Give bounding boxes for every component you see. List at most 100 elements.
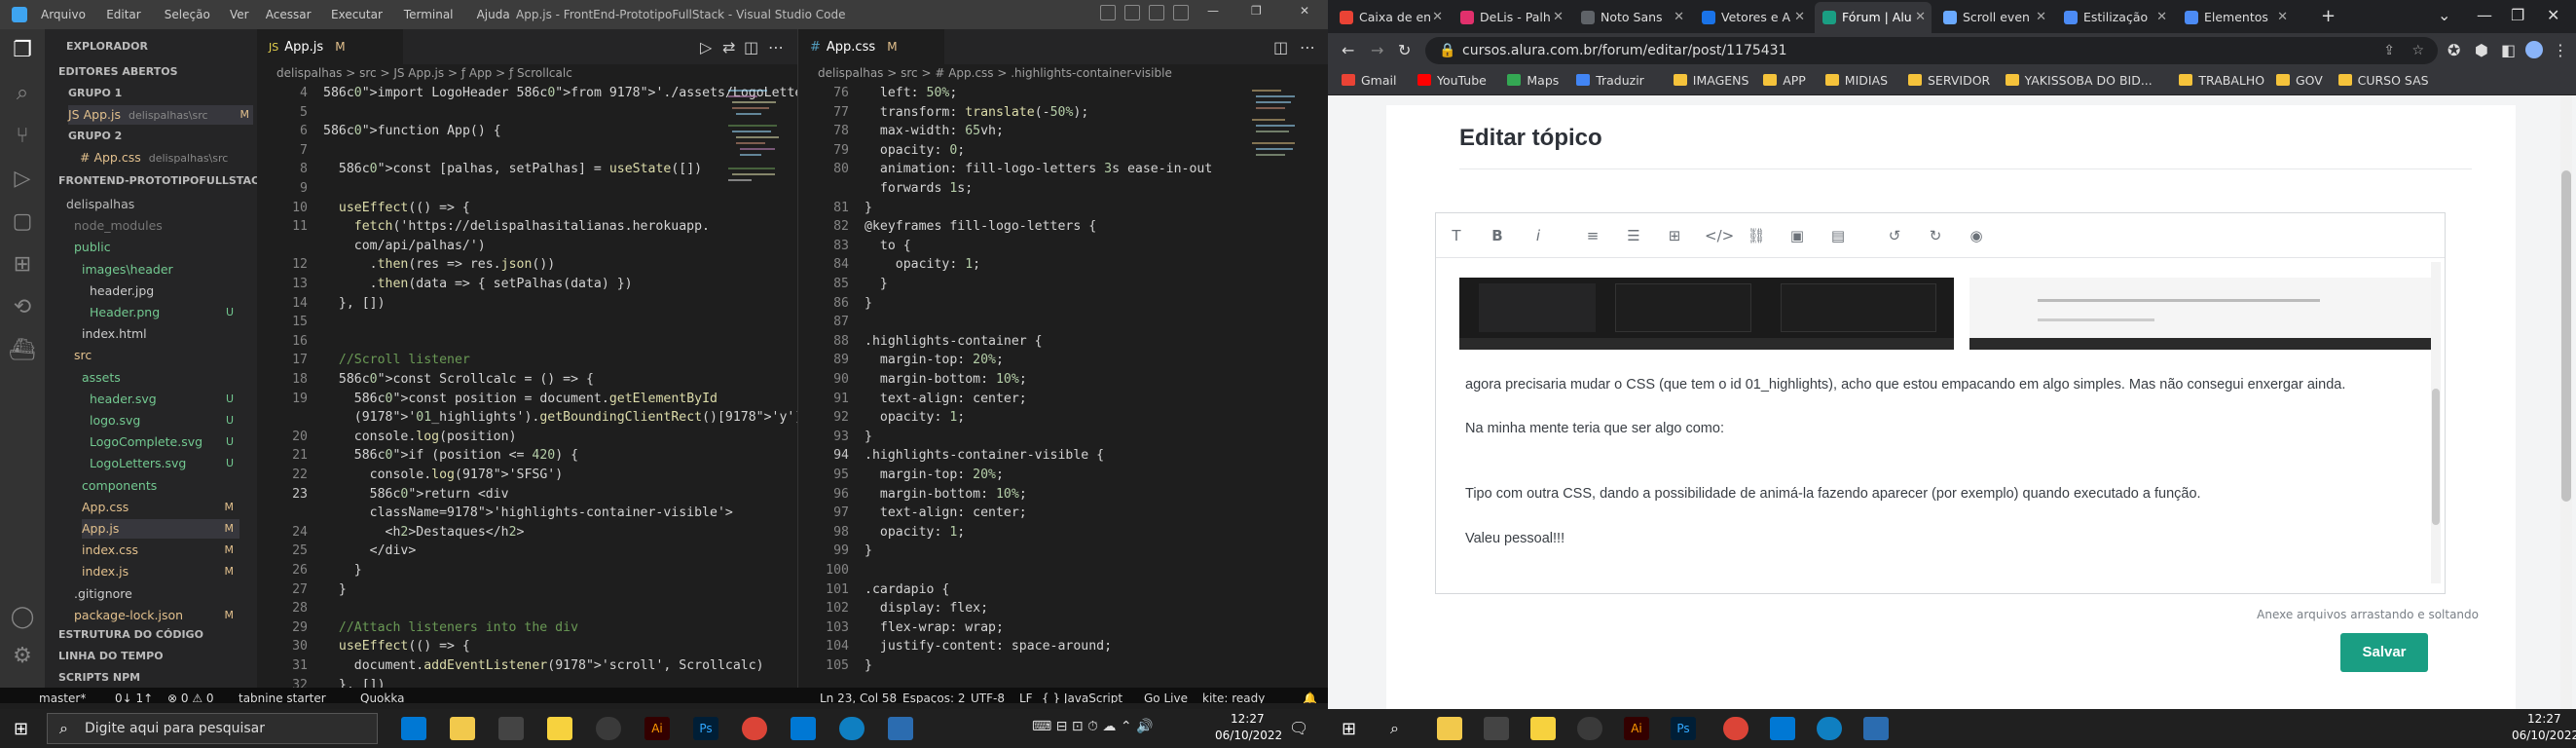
bookmark-item[interactable]: MIDIAS — [1824, 73, 1888, 88]
tree-item[interactable]: index.css M — [82, 541, 239, 560]
code-line[interactable]: //Scroll listener — [323, 353, 470, 367]
calculator-icon[interactable] — [498, 717, 524, 740]
sticky-notes-icon[interactable] — [1530, 717, 1556, 740]
menu-item[interactable]: Acessar — [266, 8, 312, 21]
url-input[interactable]: 🔒 cursos.alura.com.br/forum/editar/post/… — [1425, 37, 2438, 64]
code-line[interactable]: margin-bottom: 10%; — [865, 487, 1027, 502]
settings-gear-icon[interactable]: ⚙ — [9, 643, 36, 670]
code-line[interactable]: text-align: center; — [865, 505, 1027, 520]
image-icon[interactable]: ▣ — [1786, 225, 1808, 246]
code-line[interactable]: } — [865, 430, 872, 444]
breadcrumb[interactable]: delispalhas > src > JS App.js > ƒ App > … — [276, 66, 572, 80]
code-line[interactable]: 586c0">const position = document.getElem… — [323, 392, 718, 406]
windows-start-icon[interactable]: ⊞ — [1342, 719, 1356, 739]
back-icon[interactable]: ← — [1342, 41, 1354, 59]
code-line[interactable]: <h2>Destaques</h2> — [323, 525, 525, 540]
code-line[interactable]: display: flex; — [865, 601, 988, 616]
task-view-icon[interactable] — [401, 717, 426, 740]
tree-item[interactable]: src — [74, 346, 239, 365]
code-line[interactable]: } — [865, 296, 872, 311]
code-line[interactable]: forwards 1s; — [865, 181, 973, 196]
code-line[interactable]: }, []) — [323, 296, 386, 311]
code-line[interactable]: .then(data => { setPalhas(data) }) — [323, 277, 633, 291]
code-line[interactable]: } — [865, 201, 872, 215]
tab-search-icon[interactable]: ⌄ — [2438, 6, 2450, 24]
tree-item[interactable]: LogoComplete.svg U — [90, 432, 239, 452]
chrome-icon[interactable] — [742, 717, 767, 740]
bookmark-item[interactable]: Traduzir — [1576, 73, 1644, 88]
split-editor-icon[interactable]: ◫ — [1273, 38, 1288, 56]
close-icon[interactable]: ✕ — [2547, 6, 2559, 24]
open-editors-header[interactable]: EDITORES ABERTOS — [58, 62, 178, 82]
code-line[interactable]: document.addEventListener(9178">'scroll'… — [323, 658, 764, 673]
go-live-button[interactable]: Go Live — [1144, 688, 1188, 703]
illustrator-icon[interactable]: Ai — [644, 717, 670, 740]
tree-item[interactable]: Header.png U — [90, 303, 239, 322]
page-scrollbar-thumb[interactable] — [2561, 170, 2571, 502]
cursor-position[interactable]: Ln 23, Col 58 — [820, 688, 897, 703]
menu-item[interactable]: Terminal — [404, 8, 454, 21]
encoding[interactable]: UTF-8 — [971, 688, 1005, 703]
sticky-notes-icon[interactable] — [547, 717, 572, 740]
menu-item[interactable]: Executar — [331, 8, 383, 21]
code-icon[interactable]: </> — [1705, 225, 1734, 246]
tree-item[interactable]: index.js M — [82, 562, 239, 581]
tree-item[interactable]: components — [82, 476, 239, 496]
edge-icon[interactable] — [839, 717, 865, 740]
minimize-icon[interactable]: — — [2477, 6, 2492, 24]
more-actions-icon[interactable]: ⋯ — [768, 38, 784, 56]
indentation[interactable]: Espaços: 2 — [902, 688, 966, 703]
code-line[interactable]: margin-bottom: 10%; — [865, 372, 1027, 387]
tree-item[interactable]: header.jpg — [90, 281, 239, 301]
code-line[interactable]: } — [865, 658, 872, 673]
code-line[interactable]: className=9178">'highlights-container-vi… — [323, 505, 733, 520]
code-line[interactable]: to { — [865, 239, 911, 253]
link-icon[interactable]: ⛓ — [1746, 225, 1767, 246]
code-line[interactable]: opacity: 1; — [865, 257, 980, 272]
code-line[interactable]: .highlights-container-visible { — [865, 448, 1104, 463]
problems-status[interactable]: ⊗ 0 ⚠ 0 — [167, 688, 214, 703]
outline-header[interactable]: ESTRUTURA DO CÓDIGO — [58, 625, 203, 645]
editor-paragraph[interactable]: Tipo com outra CSS, dando a possibilidad… — [1465, 486, 2201, 502]
close-tab-icon[interactable]: ✕ — [1794, 2, 1805, 33]
tree-item[interactable]: public — [74, 238, 239, 257]
code-line[interactable]: 586c0">function App() { — [323, 124, 501, 138]
run-debug-icon[interactable]: ▷ — [9, 166, 36, 193]
bookmark-item[interactable]: GOV — [2276, 73, 2323, 88]
tree-item[interactable]: assets — [82, 368, 239, 388]
live-share-icon[interactable]: ⟲ — [9, 294, 36, 321]
layout-toggle-icon[interactable] — [1173, 5, 1189, 20]
notifications-icon[interactable]: 🔔 — [1303, 688, 1317, 703]
tree-item[interactable]: index.html — [82, 324, 239, 344]
bookmark-item[interactable]: SERVIDOR — [1908, 73, 1990, 88]
chrome-icon[interactable] — [1723, 717, 1748, 740]
menu-kebab-icon[interactable]: ⋮ — [2553, 41, 2568, 59]
close-tab-icon[interactable]: ✕ — [1674, 2, 1684, 33]
editor-left[interactable]: JS App.js M ▷ ⇄ ◫ ⋯ delispalhas > src > J… — [257, 29, 857, 692]
code-line[interactable]: opacity: 1; — [865, 525, 965, 540]
photoshop-icon[interactable]: Ps — [1671, 717, 1696, 740]
bookmark-item[interactable]: TRABALHO — [2179, 73, 2264, 88]
illustrator-icon[interactable]: Ai — [1624, 717, 1649, 740]
language-mode[interactable]: { } JavaScript — [1042, 688, 1122, 703]
npm-scripts-header[interactable]: SCRIPTS NPM — [58, 668, 140, 688]
tree-item[interactable]: App.js M — [82, 519, 239, 539]
run-icon[interactable]: ▷ — [700, 38, 712, 56]
eol[interactable]: LF — [1019, 688, 1033, 703]
code-line[interactable]: </div> — [323, 543, 417, 558]
bookmark-item[interactable]: IMAGENS — [1673, 73, 1748, 88]
compare-icon[interactable]: ⇄ — [722, 38, 735, 56]
file-explorer-icon[interactable] — [450, 717, 475, 740]
breadcrumb[interactable]: delispalhas > src > # App.css > .highlig… — [818, 66, 1172, 80]
menu-item[interactable]: Ver — [230, 8, 249, 21]
layout-toggle-icon[interactable] — [1100, 5, 1116, 20]
code-line[interactable]: fetch('https://delispalhasitalianas.hero… — [323, 219, 710, 234]
layout-toggle-icon[interactable] — [1124, 5, 1140, 20]
maximize-icon[interactable]: ❐ — [2511, 6, 2524, 24]
browser-tab[interactable]: Caixa de en ✕ — [1332, 2, 1449, 33]
code-line[interactable]: } — [865, 543, 872, 558]
code-line[interactable]: } — [323, 582, 347, 597]
tab-appjs[interactable]: JS App.js M — [257, 29, 403, 64]
code-line[interactable]: flex-wrap: wrap; — [865, 620, 1004, 635]
browser-tab[interactable]: Estilização ✕ — [2056, 2, 2173, 33]
